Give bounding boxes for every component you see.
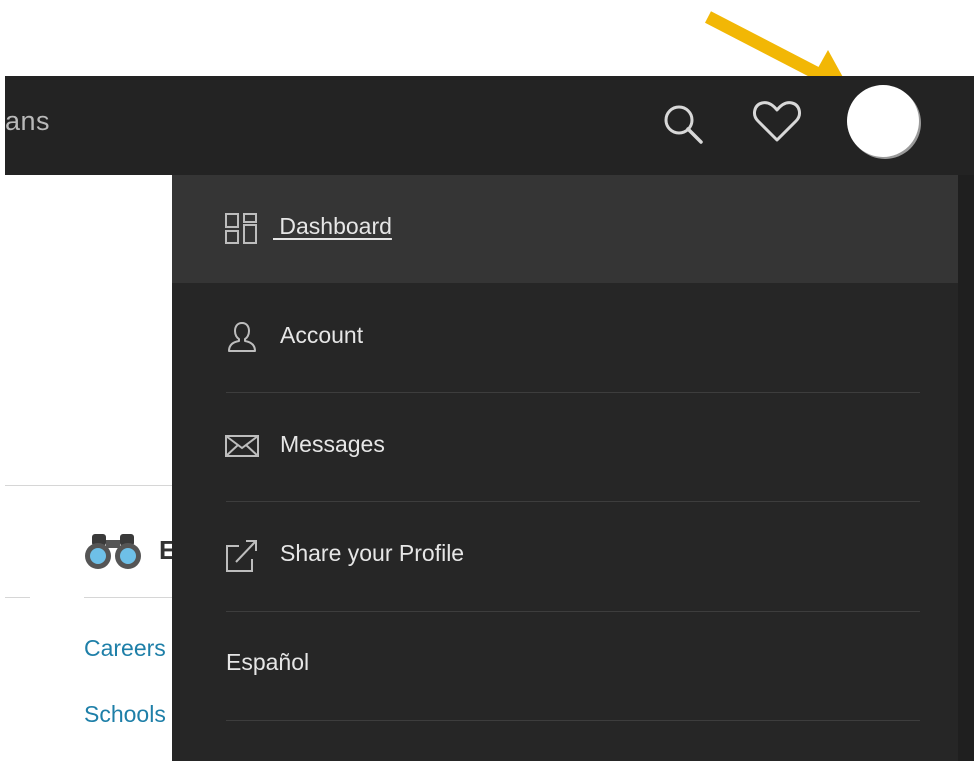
user-dropdown-menu: Dashboard Account Messages Share your Pr… [172,175,974,761]
nav-link-partial[interactable]: ans [5,106,50,137]
menu-item-label: Messages [280,431,385,457]
envelope-icon [225,429,259,463]
divider [5,485,175,486]
menu-divider [226,720,920,721]
menu-item-label: Dashboard [273,213,392,239]
divider [5,597,30,598]
dashboard-grid-icon [225,211,259,245]
menu-item-label: Account [280,322,364,348]
top-navigation-bar: ans [5,76,974,175]
careers-link[interactable]: Careers [84,635,166,662]
menu-item-label: Español [226,649,310,675]
menu-item-share-profile[interactable]: Share your Profile [172,502,958,610]
menu-item-account[interactable]: Account [172,284,958,392]
user-icon [225,320,259,354]
schools-link[interactable]: Schools [84,701,166,728]
heart-icon[interactable] [751,98,803,146]
share-icon [225,538,259,572]
user-avatar-button[interactable] [847,85,919,157]
menu-item-espanol[interactable]: Español [172,611,958,719]
divider [84,597,174,598]
menu-item-dashboard[interactable]: Dashboard [172,175,958,283]
menu-item-label: Share your Profile [280,540,465,566]
binoculars-icon [85,534,141,569]
menu-item-messages[interactable]: Messages [172,393,958,501]
scrollbar-track [958,175,974,761]
search-icon[interactable] [659,100,707,148]
